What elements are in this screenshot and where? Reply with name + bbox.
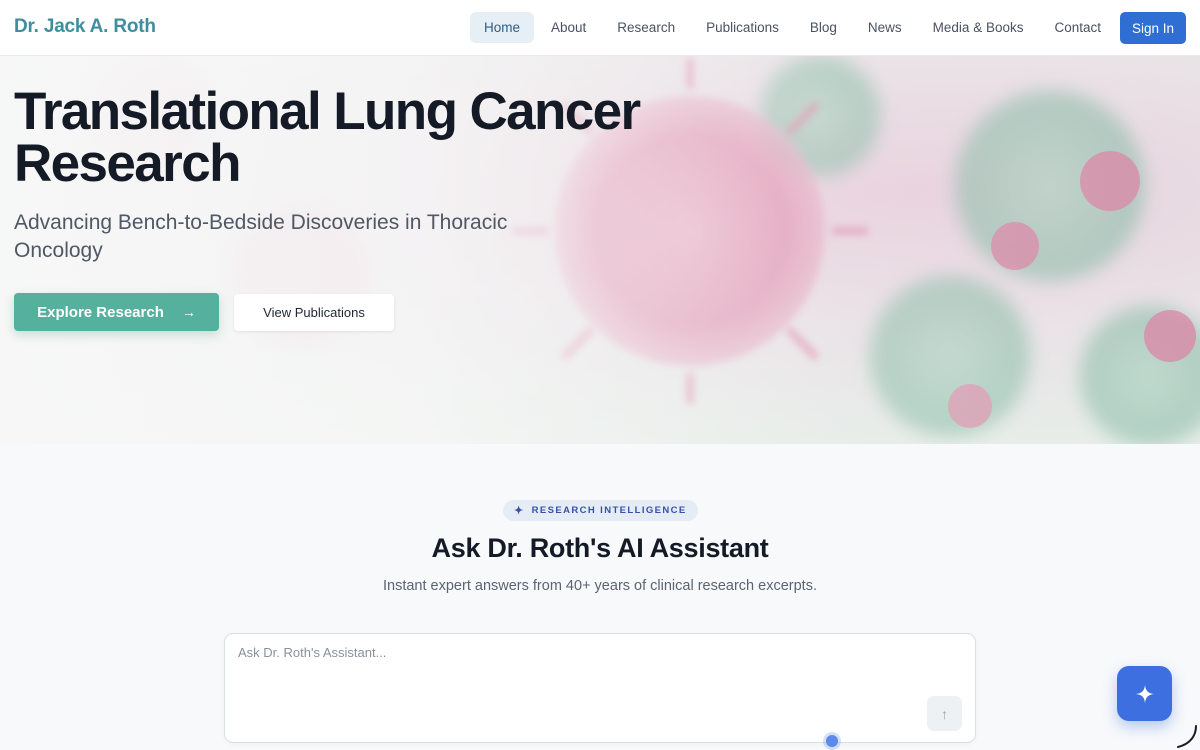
send-button[interactable]: ↑ [927,696,962,731]
assistant-title: Ask Dr. Roth's AI Assistant [431,533,769,563]
nav-news[interactable]: News [854,12,916,43]
hero-subtitle: Advancing Bench-to-Bedside Discoveries i… [14,211,508,262]
main-nav: Home About Research Publications Blog Ne… [470,12,1118,43]
nav-contact[interactable]: Contact [1040,12,1115,43]
assistant-question-input[interactable] [238,645,928,660]
hero-section: Translational Lung Cancer Research Advan… [0,56,1200,444]
arrow-up-icon: ↑ [941,705,948,722]
brand-logo[interactable]: Dr. Jack A. Roth [14,16,156,38]
hero-title: Translational Lung Cancer Research [14,85,734,193]
explore-research-button[interactable]: Explore Research → [14,293,219,331]
sign-in-button[interactable]: Sign In [1119,12,1186,44]
nav-blog[interactable]: Blog [796,12,851,43]
research-intelligence-badge: ✦ RESEARCH INTELLIGENCE [503,500,698,521]
loading-spinner-icon [1177,725,1197,748]
assistant-input-box: ↑ [224,633,976,743]
hero-title-line-1: Translational Lung Cancer [14,82,641,141]
nav-about[interactable]: About [537,12,600,43]
site-header: Dr. Jack A. Roth Home About Research Pub… [0,0,1200,56]
nav-media-books[interactable]: Media & Books [919,12,1038,43]
view-publications-button[interactable]: View Publications [234,294,394,331]
nav-home[interactable]: Home [470,12,535,43]
nav-research[interactable]: Research [603,12,689,43]
assistant-subtitle: Instant expert answers from 40+ years of… [383,578,817,594]
sparkles-icon: ✦ [514,505,525,517]
badge-label: RESEARCH INTELLIGENCE [531,505,687,516]
arrow-right-icon: → [181,304,196,320]
hero-title-line-2: Research [14,134,241,193]
resize-handle[interactable] [826,735,838,747]
nav-publications[interactable]: Publications [692,12,793,43]
sparkle-icon [1135,684,1154,703]
explore-research-label: Explore Research [37,303,164,321]
ai-assistant-fab-button[interactable] [1117,666,1172,721]
